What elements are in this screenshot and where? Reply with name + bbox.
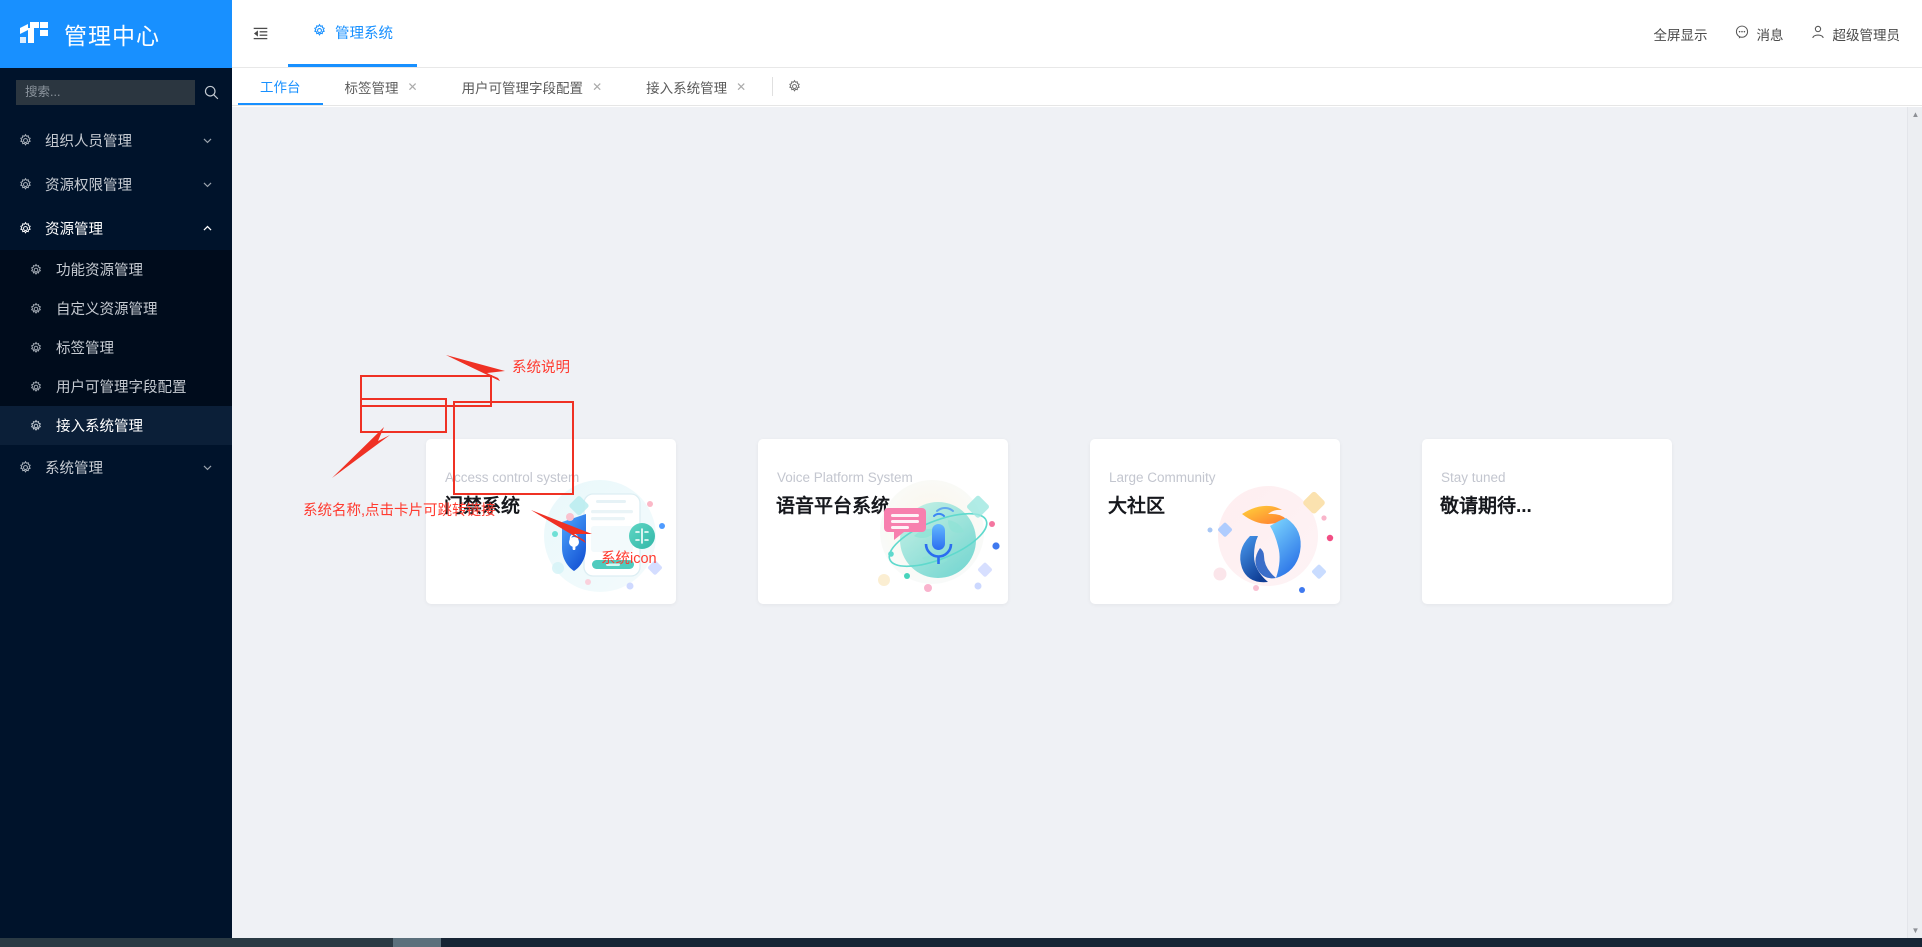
- chevron-down-icon: [194, 179, 220, 190]
- gear-icon: [14, 173, 36, 195]
- sidebar-item-label: 系统管理: [45, 460, 103, 477]
- gear-icon: [312, 23, 327, 42]
- sidebar-item-label: 组织人员管理: [45, 133, 132, 150]
- message-label: 消息: [1756, 27, 1784, 43]
- sidebar-item-label: 资源权限管理: [45, 177, 132, 194]
- tab-label: 工作台: [260, 79, 301, 95]
- sidebar-item-tag-management[interactable]: 标签管理: [0, 328, 232, 367]
- gear-icon: [26, 260, 46, 280]
- system-card-access-control[interactable]: Access control system 门禁系统: [426, 439, 676, 604]
- card-illustration: [858, 470, 1006, 600]
- sidebar-item-label: 功能资源管理: [56, 263, 143, 279]
- card-chinese-name: 门禁系统: [444, 496, 521, 517]
- header-tabs: 管理系统: [288, 0, 417, 67]
- user-menu[interactable]: 超级管理员: [1810, 24, 1901, 44]
- header-tab-management-system[interactable]: 管理系统: [288, 0, 417, 67]
- tab-label: 接入系统管理: [646, 80, 728, 96]
- sidebar: 管理中心 组织人员管理: [0, 0, 232, 938]
- sidebar-item-org-personnel[interactable]: 组织人员管理: [0, 118, 232, 162]
- card-illustration: [1190, 470, 1338, 600]
- sidebar-item-function-resource[interactable]: 功能资源管理: [0, 250, 232, 289]
- fullscreen-label: 全屏显示: [1653, 27, 1708, 43]
- header-actions: 全屏显示 消息 超级管理员: [1654, 0, 1922, 67]
- scroll-up-arrow[interactable]: ▲: [1908, 107, 1922, 122]
- sidebar-item-resource-permission[interactable]: 资源权限管理: [0, 162, 232, 206]
- chevron-up-icon: [194, 223, 220, 234]
- brand-title: 管理中心: [64, 23, 160, 49]
- brand-header[interactable]: 管理中心: [0, 0, 232, 68]
- card-chinese-name: 大社区: [1108, 496, 1166, 517]
- sidebar-search: [0, 68, 232, 116]
- sidebar-item-access-system[interactable]: 接入系统管理: [0, 406, 232, 445]
- os-taskbar: [0, 938, 1922, 947]
- taskbar-segment-right: [441, 938, 1922, 947]
- gear-icon: [14, 456, 36, 478]
- tab-label: 用户可管理字段配置: [461, 80, 584, 96]
- gear-icon: [26, 338, 46, 358]
- gear-icon[interactable]: [773, 68, 815, 105]
- scroll-down-arrow[interactable]: ▼: [1908, 923, 1922, 938]
- workbench-content: Access control system 门禁系统 Voice Platfor…: [232, 107, 1922, 938]
- sidebar-item-system-management[interactable]: 系统管理: [0, 445, 232, 489]
- tab-tag-management[interactable]: 标签管理 ✕: [323, 68, 440, 105]
- user-label: 超级管理员: [1832, 27, 1901, 43]
- sidebar-item-custom-resource[interactable]: 自定义资源管理: [0, 289, 232, 328]
- sidebar-item-label: 自定义资源管理: [56, 302, 158, 318]
- gear-icon: [26, 299, 46, 319]
- card-illustration: [526, 470, 674, 600]
- sidebar-submenu-resource-management: 功能资源管理 自定义资源管理 标签管理 用户可管理字段配置 接入系统管理: [0, 250, 232, 445]
- search-icon[interactable]: [203, 80, 220, 104]
- sidebar-item-label: 用户可管理字段配置: [56, 380, 187, 396]
- search-input[interactable]: [16, 79, 195, 105]
- close-icon[interactable]: ✕: [408, 81, 418, 93]
- sidebar-menu: 组织人员管理 资源权限管理 资源管理 功能资源管理 自定义资源管理 标签管理 用…: [0, 116, 232, 489]
- menu-fold-icon[interactable]: [232, 0, 288, 67]
- taskbar-segment-left: [0, 938, 393, 947]
- system-card-large-community[interactable]: Large Community 大社区: [1090, 439, 1340, 604]
- card-english-description: Stay tuned: [1441, 470, 1506, 485]
- system-card-voice-platform[interactable]: Voice Platform System 语音平台系统: [758, 439, 1008, 604]
- message-icon: [1734, 24, 1750, 43]
- tab-workbench[interactable]: 工作台: [238, 68, 323, 105]
- header-tab-label: 管理系统: [335, 25, 393, 42]
- user-icon: [1810, 24, 1826, 43]
- tab-access-system-management[interactable]: 接入系统管理 ✕: [624, 68, 768, 105]
- vertical-scrollbar[interactable]: ▲ ▼: [1907, 107, 1922, 938]
- sidebar-item-user-field-config[interactable]: 用户可管理字段配置: [0, 367, 232, 406]
- chevron-down-icon: [194, 135, 220, 146]
- message-button[interactable]: 消息: [1734, 24, 1784, 44]
- sidebar-item-resource-management[interactable]: 资源管理: [0, 206, 232, 250]
- fullscreen-button[interactable]: 全屏显示: [1654, 24, 1708, 44]
- card-chinese-name: 敬请期待...: [1440, 496, 1532, 517]
- close-icon[interactable]: ✕: [592, 81, 602, 93]
- tab-label: 标签管理: [344, 80, 399, 96]
- sidebar-item-label: 接入系统管理: [56, 419, 143, 435]
- gear-icon: [14, 129, 36, 151]
- top-header: 管理系统 全屏显示 消息 超级管理员: [232, 0, 1922, 68]
- system-card-stay-tuned[interactable]: Stay tuned 敬请期待...: [1422, 439, 1672, 604]
- app-window: 管理中心 组织人员管理: [0, 0, 1922, 947]
- tab-user-field-config[interactable]: 用户可管理字段配置 ✕: [440, 68, 625, 105]
- gear-icon: [26, 416, 46, 436]
- close-icon[interactable]: ✕: [736, 81, 746, 93]
- workspace-tabstrip: 工作台 标签管理 ✕ 用户可管理字段配置 ✕ 接入系统管理 ✕: [232, 68, 1922, 106]
- chevron-down-icon: [194, 462, 220, 473]
- logo-icon: [18, 19, 52, 49]
- sidebar-item-label: 标签管理: [56, 341, 114, 357]
- taskbar-active-window[interactable]: [393, 938, 441, 947]
- gear-icon: [26, 377, 46, 397]
- sidebar-item-label: 资源管理: [45, 221, 103, 238]
- gear-icon: [14, 217, 36, 239]
- system-cards: Access control system 门禁系统 Voice Platfor…: [426, 439, 1672, 604]
